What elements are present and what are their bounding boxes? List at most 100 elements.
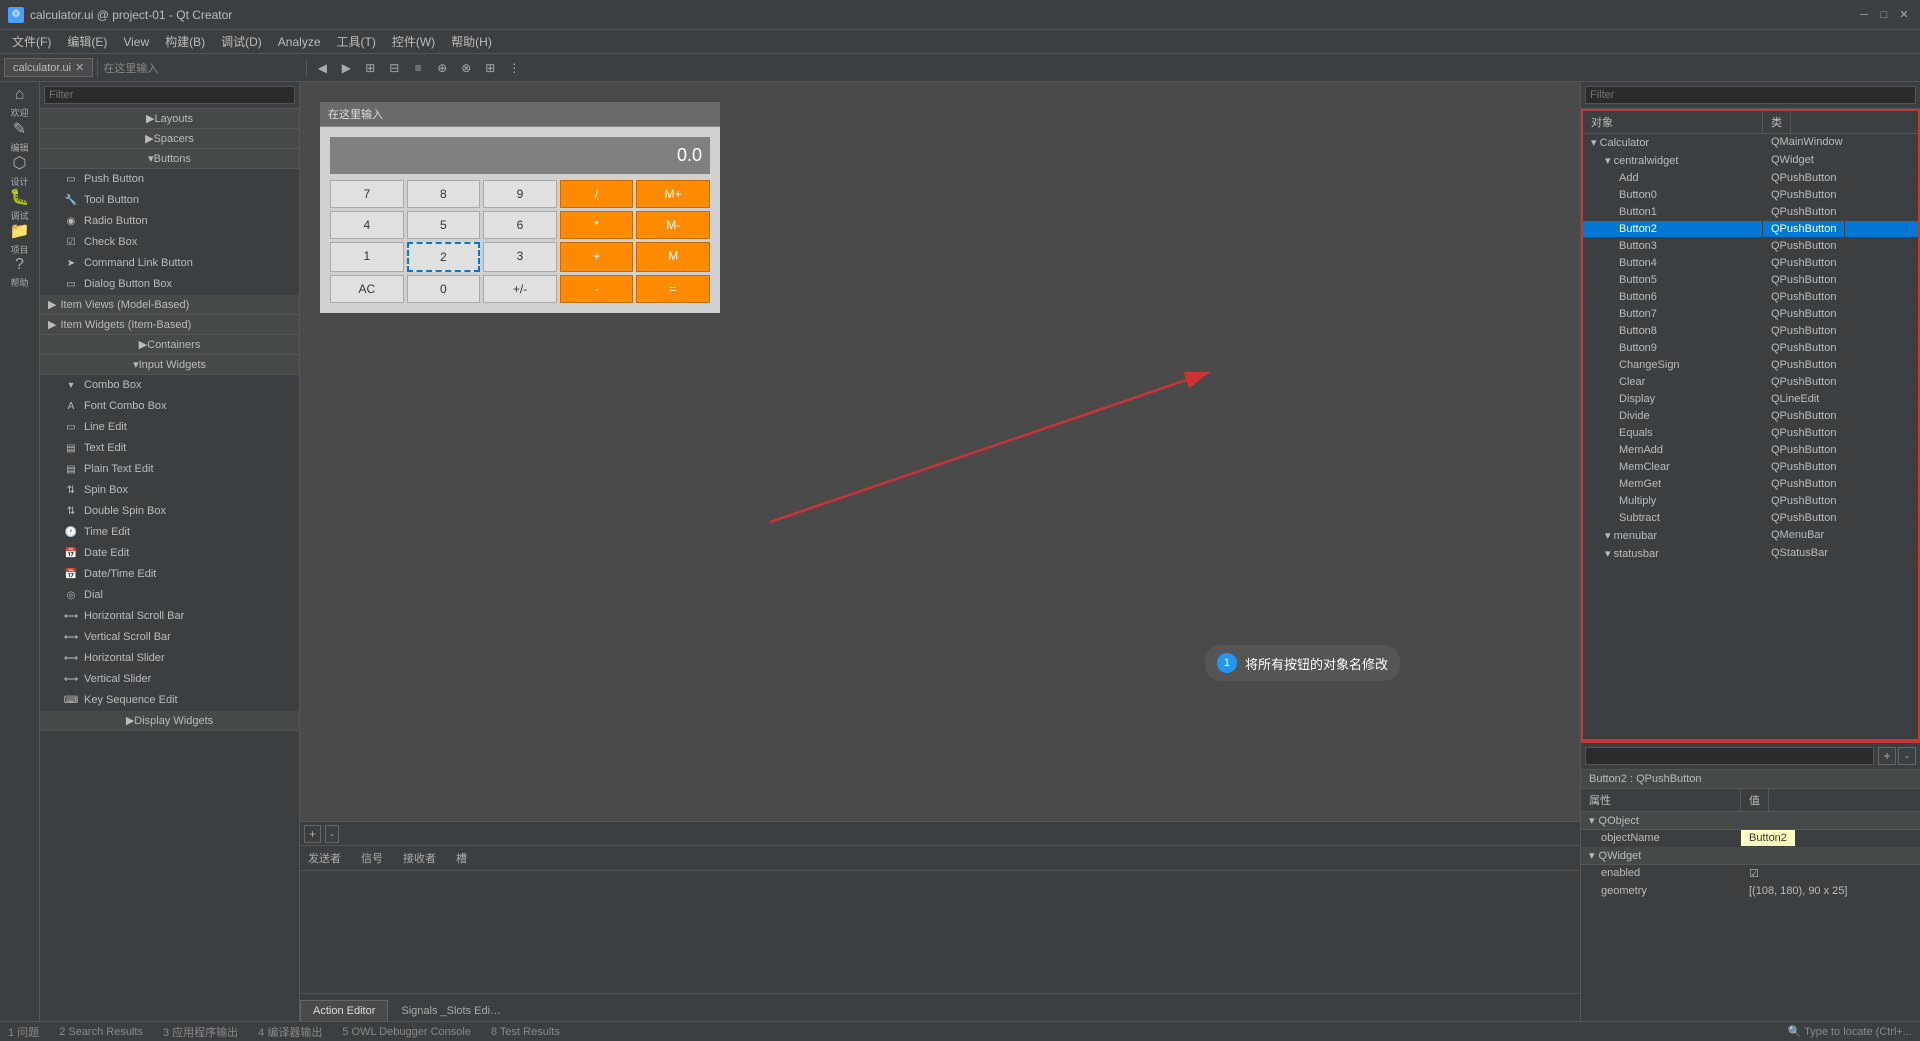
prop-section-qwidget[interactable]: ▾ QWidget bbox=[1581, 847, 1920, 865]
calculator-widget[interactable]: 0.0 7 8 9 / M+ 4 5 6 * M- bbox=[320, 127, 720, 313]
oi-row-memget[interactable]: MemGetQPushButton bbox=[1583, 476, 1918, 493]
prop-remove-button[interactable]: - bbox=[1898, 747, 1916, 765]
menubar-item-e[interactable]: 编辑(E) bbox=[59, 31, 115, 52]
calc-btn-3[interactable]: 3 bbox=[483, 242, 557, 272]
input-widget-item-textedit[interactable]: ▤Text Edit bbox=[40, 438, 299, 459]
sidebar-icon-edit[interactable]: ✎编辑 bbox=[4, 120, 36, 152]
sidebar-icon-help[interactable]: ?帮助 bbox=[4, 256, 36, 288]
oi-row-changesign[interactable]: ChangeSignQPushButton bbox=[1583, 357, 1918, 374]
oi-row-equals[interactable]: EqualsQPushButton bbox=[1583, 425, 1918, 442]
oi-row-memadd[interactable]: MemAddQPushButton bbox=[1583, 442, 1918, 459]
calc-btn-multiply[interactable]: * bbox=[560, 211, 634, 239]
status-item-3[interactable]: 4 编译器输出 bbox=[258, 1024, 322, 1040]
input-widget-item-lineedit[interactable]: ▭Line Edit bbox=[40, 417, 299, 438]
category-layouts[interactable]: ▶ Layouts bbox=[40, 109, 299, 129]
sidebar-icon-project[interactable]: 📁项目 bbox=[4, 222, 36, 254]
input-widget-item-verticalscrollbar[interactable]: ⟷Vertical Scroll Bar bbox=[40, 627, 299, 648]
menubar-item-d[interactable]: 调试(D) bbox=[213, 31, 270, 52]
calc-btn-changesign[interactable]: +/- bbox=[483, 275, 557, 303]
calc-btn-mem[interactable]: M bbox=[636, 242, 710, 272]
address-bar[interactable]: 在这里输入 bbox=[102, 57, 302, 79]
calc-btn-4[interactable]: 4 bbox=[330, 211, 404, 239]
input-widget-item-doublespinbox[interactable]: ⇅Double Spin Box bbox=[40, 501, 299, 522]
design-area[interactable]: 在这里输入 0.0 7 8 9 / M+ 4 5 6 * bbox=[300, 82, 1580, 821]
input-widget-item-combobox[interactable]: ▾Combo Box bbox=[40, 375, 299, 396]
calc-btn-mminus[interactable]: M- bbox=[636, 211, 710, 239]
category-itemwidgets[interactable]: ▶ Item Widgets (Item-Based) bbox=[40, 315, 299, 335]
calc-btn-9[interactable]: 9 bbox=[483, 180, 557, 208]
menubar-item-t[interactable]: 工具(T) bbox=[329, 31, 384, 52]
prop-add-button[interactable]: + bbox=[1878, 747, 1896, 765]
widget-item-toolbutton[interactable]: 🔧Tool Button bbox=[40, 190, 299, 211]
category-inputwidgets[interactable]: ▾ Input Widgets bbox=[40, 355, 299, 375]
property-filter-input[interactable] bbox=[1585, 747, 1874, 765]
close-button[interactable]: ✕ bbox=[1896, 7, 1912, 23]
remove-connection-button[interactable]: - bbox=[325, 825, 339, 843]
sidebar-icon-welcome[interactable]: ⌂欢迎 bbox=[4, 86, 36, 118]
toolbar-btn-8[interactable]: ⊞ bbox=[479, 57, 501, 79]
prop-row-objectname[interactable]: objectNameButton2 bbox=[1581, 830, 1920, 847]
maximize-button[interactable]: □ bbox=[1876, 7, 1892, 23]
bottom-tab-0[interactable]: Action Editor bbox=[300, 1000, 388, 1021]
prop-row-geometry[interactable]: geometry[(108, 180), 90 x 25] bbox=[1581, 883, 1920, 900]
calc-btn-divide[interactable]: / bbox=[560, 180, 634, 208]
toolbar-btn-2[interactable]: ▶ bbox=[335, 57, 357, 79]
category-spacers[interactable]: ▶ Spacers bbox=[40, 129, 299, 149]
oi-row-button0[interactable]: Button0QPushButton bbox=[1583, 187, 1918, 204]
widget-item-commandlinkbutton[interactable]: ➤Command Link Button bbox=[40, 253, 299, 274]
input-widget-item-fontcombobox[interactable]: AFont Combo Box bbox=[40, 396, 299, 417]
oi-row-add[interactable]: AddQPushButton bbox=[1583, 170, 1918, 187]
menubar-item-analyze[interactable]: Analyze bbox=[270, 33, 329, 51]
input-widget-item-spinbox[interactable]: ⇅Spin Box bbox=[40, 480, 299, 501]
oi-row-button4[interactable]: Button4QPushButton bbox=[1583, 255, 1918, 272]
locate-input[interactable]: 🔍 Type to locate (Ctrl+... bbox=[1788, 1025, 1912, 1038]
oi-row-subtract[interactable]: SubtractQPushButton bbox=[1583, 510, 1918, 527]
oi-row-multiply[interactable]: MultiplyQPushButton bbox=[1583, 493, 1918, 510]
toolbar-btn-7[interactable]: ⊗ bbox=[455, 57, 477, 79]
sidebar-icon-debug[interactable]: 🐛调试 bbox=[4, 188, 36, 220]
input-widget-item-dateedit[interactable]: 📅Date Edit bbox=[40, 543, 299, 564]
widget-item-pushbutton[interactable]: ▭Push Button bbox=[40, 169, 299, 190]
calc-btn-mplus[interactable]: M+ bbox=[636, 180, 710, 208]
input-widget-item-verticalslider[interactable]: ⟷Vertical Slider bbox=[40, 669, 299, 690]
oi-row-button5[interactable]: Button5QPushButton bbox=[1583, 272, 1918, 289]
widget-item-dialogbuttonbox[interactable]: ▭Dialog Button Box bbox=[40, 274, 299, 295]
bottom-tab-1[interactable]: Signals _Slots Edi… bbox=[388, 1000, 514, 1021]
calc-btn-2[interactable]: 2 bbox=[407, 242, 481, 272]
input-widget-item-keysequenceedit[interactable]: ⌨Key Sequence Edit bbox=[40, 690, 299, 711]
calc-btn-8[interactable]: 8 bbox=[407, 180, 481, 208]
input-widget-item-plaintextedit[interactable]: ▤Plain Text Edit bbox=[40, 459, 299, 480]
status-item-0[interactable]: 1 问题 bbox=[8, 1024, 39, 1040]
oi-row-button7[interactable]: Button7QPushButton bbox=[1583, 306, 1918, 323]
calc-btn-1[interactable]: 1 bbox=[330, 242, 404, 272]
toolbar-btn-9[interactable]: ⋮ bbox=[503, 57, 525, 79]
input-widget-item-horizontalslider[interactable]: ⟷Horizontal Slider bbox=[40, 648, 299, 669]
calc-btn-ac[interactable]: AC bbox=[330, 275, 404, 303]
prop-row-enabled[interactable]: enabled☑ bbox=[1581, 865, 1920, 883]
toolbar-btn-1[interactable]: ◀ bbox=[311, 57, 333, 79]
toolbar-btn-4[interactable]: ⊟ bbox=[383, 57, 405, 79]
status-item-4[interactable]: 5 OWL Debugger Console bbox=[342, 1026, 471, 1038]
input-widget-item-horizontalscrollbar[interactable]: ⟷Horizontal Scroll Bar bbox=[40, 606, 299, 627]
oi-row-button1[interactable]: Button1QPushButton bbox=[1583, 204, 1918, 221]
sidebar-icon-design[interactable]: ⬡设计 bbox=[4, 154, 36, 186]
widget-item-radiobutton[interactable]: ◉Radio Button bbox=[40, 211, 299, 232]
calc-btn-0[interactable]: 0 bbox=[407, 275, 481, 303]
oi-row-button2[interactable]: Button2QPushButton bbox=[1583, 221, 1918, 238]
calc-btn-5[interactable]: 5 bbox=[407, 211, 481, 239]
toolbar-btn-5[interactable]: ≡ bbox=[407, 57, 429, 79]
category-displaywidgets[interactable]: ▶ Display Widgets bbox=[40, 711, 299, 731]
menubar-item-w[interactable]: 控件(W) bbox=[384, 31, 443, 52]
menubar-item-f[interactable]: 文件(F) bbox=[4, 31, 59, 52]
status-item-5[interactable]: 8 Test Results bbox=[491, 1026, 560, 1038]
oi-row-display[interactable]: DisplayQLineEdit bbox=[1583, 391, 1918, 408]
calc-btn-equals[interactable]: = bbox=[636, 275, 710, 303]
menubar-item-b[interactable]: 构建(B) bbox=[157, 31, 213, 52]
oi-row-menubar[interactable]: ▾ menubarQMenuBar bbox=[1583, 527, 1918, 545]
object-filter-input[interactable] bbox=[1585, 86, 1916, 104]
oi-row-centralwidget[interactable]: ▾ centralwidgetQWidget bbox=[1583, 152, 1918, 170]
calc-btn-subtract[interactable]: - bbox=[560, 275, 634, 303]
status-item-1[interactable]: 2 Search Results bbox=[59, 1026, 143, 1038]
oi-row-memclear[interactable]: MemClearQPushButton bbox=[1583, 459, 1918, 476]
oi-row-button9[interactable]: Button9QPushButton bbox=[1583, 340, 1918, 357]
